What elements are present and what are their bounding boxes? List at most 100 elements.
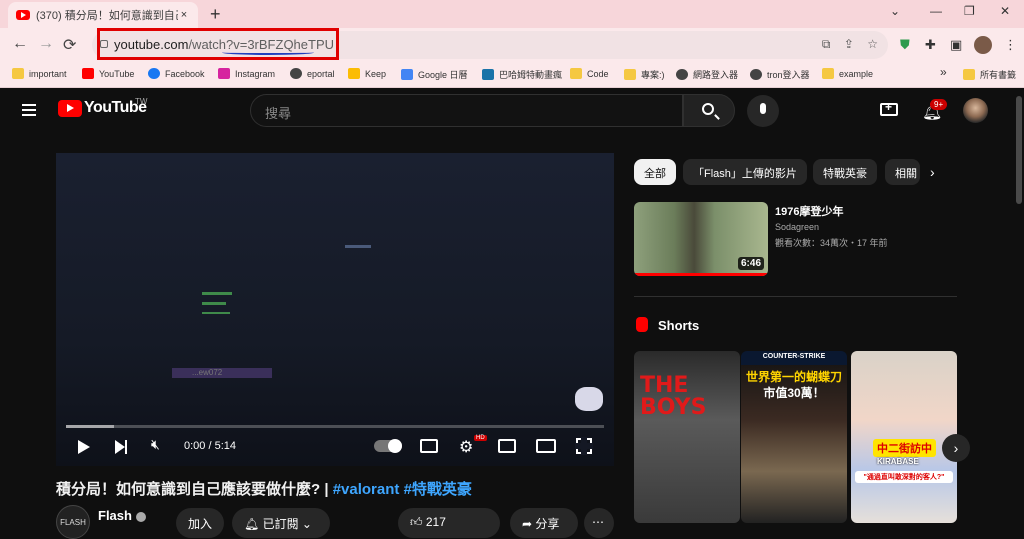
bookmark-label: 巴哈姆特動畫瘋 — [499, 70, 563, 80]
profile-avatar[interactable] — [974, 36, 992, 54]
autoplay-toggle[interactable] — [374, 439, 402, 453]
new-tab-button[interactable]: + — [210, 4, 221, 25]
page-scrollbar[interactable] — [1014, 88, 1024, 523]
maximize-button[interactable]: ❐ — [964, 4, 975, 18]
tab-title: (370) 積分局！如何意識到自己應該要做 — [36, 10, 178, 22]
short-subtitle: KIRABASE — [877, 457, 919, 466]
hamburger-menu-icon[interactable] — [22, 104, 36, 116]
bookmark-google-calendar[interactable]: Google 日曆 — [401, 68, 468, 81]
video-progress-bar[interactable] — [66, 425, 604, 428]
open-in-app-icon[interactable]: ⧉ — [822, 37, 831, 51]
video-hashtags-link[interactable]: #valorant #特戰英豪 — [333, 481, 472, 498]
forward-button[interactable]: → — [38, 35, 54, 53]
bookmark-code[interactable]: Code — [570, 68, 609, 79]
mute-volume-icon[interactable]: 🔇︎ — [151, 436, 160, 453]
bookmark-eportal[interactable]: eportal — [290, 68, 335, 79]
short-card[interactable]: COUNTER-STRIKE 世界第一的蝴蝶刀 市值30萬！ — [741, 351, 847, 523]
more-actions-button[interactable]: ⋯ — [584, 508, 614, 538]
theater-mode-icon[interactable] — [536, 439, 556, 453]
video-graphic — [202, 312, 230, 314]
channel-name-text: Flash — [98, 508, 132, 523]
video-title-text: 積分局！如何意識到自己應該要做什麼? | — [56, 481, 333, 498]
search-button[interactable] — [683, 94, 735, 127]
tab-close-button[interactable]: × — [178, 9, 190, 21]
fullscreen-icon[interactable] — [575, 437, 593, 455]
bookmark-network-login[interactable]: 網路登入器 — [676, 68, 738, 81]
folder-icon — [12, 68, 24, 79]
bookmark-youtube[interactable]: YouTube — [82, 68, 134, 79]
related-video-title[interactable]: 1976摩登少年 — [775, 203, 843, 219]
bookmarks-overflow-button[interactable]: » — [940, 65, 947, 79]
youtube-icon — [82, 68, 94, 79]
like-button[interactable]: 👍︎ 217 — [398, 508, 500, 538]
chip-all[interactable]: 全部 — [634, 159, 676, 185]
video-player[interactable] — [56, 153, 614, 466]
chrome-menu-icon[interactable]: ⋮ — [1004, 37, 1017, 53]
chip-related[interactable]: 相關 — [885, 159, 920, 185]
browser-tab[interactable]: (370) 積分局！如何意識到自己應該要做 × — [8, 2, 198, 28]
thumbs-up-icon: 👍︎ — [410, 515, 426, 529]
back-button[interactable]: ← — [12, 35, 28, 53]
bookmark-label: 專案:) — [641, 70, 665, 80]
share-arrow-icon: ➦ — [522, 517, 536, 531]
bookmark-instagram[interactable]: Instagram — [218, 68, 275, 79]
youtube-favicon-icon — [16, 10, 30, 20]
create-video-icon[interactable] — [880, 100, 898, 116]
bookmark-example[interactable]: example — [822, 68, 873, 79]
channel-watermark-icon[interactable] — [575, 387, 603, 411]
close-window-button[interactable]: ✕ — [1000, 4, 1010, 18]
bookmark-tron-login[interactable]: tron登入器 — [750, 68, 810, 81]
tab-search-icon[interactable]: ⌄ — [890, 4, 900, 18]
play-button-icon[interactable] — [78, 440, 90, 454]
tab-strip: (370) 積分局！如何意識到自己應該要做 × + ⌄ — ❐ ✕ — [0, 0, 1024, 28]
voice-search-mic-icon[interactable] — [747, 95, 779, 127]
reload-button[interactable]: ⟳ — [63, 35, 76, 55]
scrollbar-thumb[interactable] — [1016, 96, 1022, 204]
bookmark-keep[interactable]: Keep — [348, 68, 386, 79]
globe-icon — [290, 68, 302, 79]
chips-next-chevron-icon[interactable]: › — [930, 164, 935, 180]
bookmark-bahamut[interactable]: 巴哈姆特動畫瘋 — [482, 68, 562, 81]
share-icon[interactable]: ⇪ — [844, 37, 854, 51]
chip-valorant[interactable]: 特戰英豪 — [813, 159, 877, 185]
chevron-down-icon: ⌄ — [298, 517, 312, 531]
chip-from-flash[interactable]: 「Flash」上傳的影片 — [683, 159, 807, 185]
folder-icon — [624, 69, 636, 80]
bookmark-label: Code — [587, 68, 609, 79]
channel-name[interactable]: Flash — [98, 508, 146, 523]
extension-shield-icon[interactable]: ⛊ — [900, 37, 910, 53]
miniplayer-icon[interactable] — [498, 439, 516, 453]
bookmark-all-bookmarks[interactable]: 所有書籤 — [963, 68, 1016, 81]
folder-icon — [963, 69, 975, 80]
bell-icon: 🔔︎ — [244, 517, 263, 531]
shorts-next-chevron-icon[interactable]: › — [942, 434, 970, 462]
short-card[interactable]: 中二街訪中 KIRABASE "通過直叫敢深對的客人?" — [851, 351, 957, 523]
bookmark-important[interactable]: important — [12, 68, 67, 79]
user-avatar[interactable] — [963, 98, 988, 123]
channel-avatar[interactable]: FLASH — [56, 505, 90, 539]
search-box[interactable]: 搜尋 — [250, 94, 683, 127]
extensions-puzzle-icon[interactable]: ✚ — [925, 37, 936, 53]
bookmark-label: Keep — [365, 68, 387, 79]
short-card[interactable]: THE BOYS — [634, 351, 740, 523]
related-video-channel[interactable]: Sodagreen — [775, 222, 819, 232]
settings-gear-icon[interactable]: ⚙ — [459, 437, 473, 457]
instagram-icon — [218, 68, 230, 79]
video-graphic — [202, 302, 226, 305]
subtitles-icon[interactable] — [420, 439, 438, 453]
bookmark-facebook[interactable]: Facebook — [148, 68, 205, 79]
bookmark-projects[interactable]: 專案:) — [624, 68, 665, 81]
bookmark-star-icon[interactable]: ☆ — [867, 37, 878, 51]
minimize-button[interactable]: — — [930, 4, 942, 18]
side-panel-icon[interactable]: ▣ — [950, 37, 962, 53]
subscribed-button[interactable]: 🔔︎ 已訂閱 ⌄ — [232, 508, 330, 538]
related-video-thumbnail[interactable]: 6:46 — [634, 202, 768, 276]
youtube-logo-icon[interactable] — [58, 100, 82, 117]
shorts-icon — [636, 317, 648, 332]
share-button[interactable]: ➦ 分享 — [510, 508, 578, 538]
join-button[interactable]: 加入 — [176, 508, 225, 538]
bookmark-label: 所有書籤 — [980, 70, 1017, 80]
short-caption: 世界第一的蝴蝶刀 市值30萬！ — [741, 369, 847, 401]
bookmarks-bar: important YouTube Facebook Instagram epo… — [0, 62, 1024, 88]
next-video-button-icon[interactable] — [115, 440, 127, 454]
